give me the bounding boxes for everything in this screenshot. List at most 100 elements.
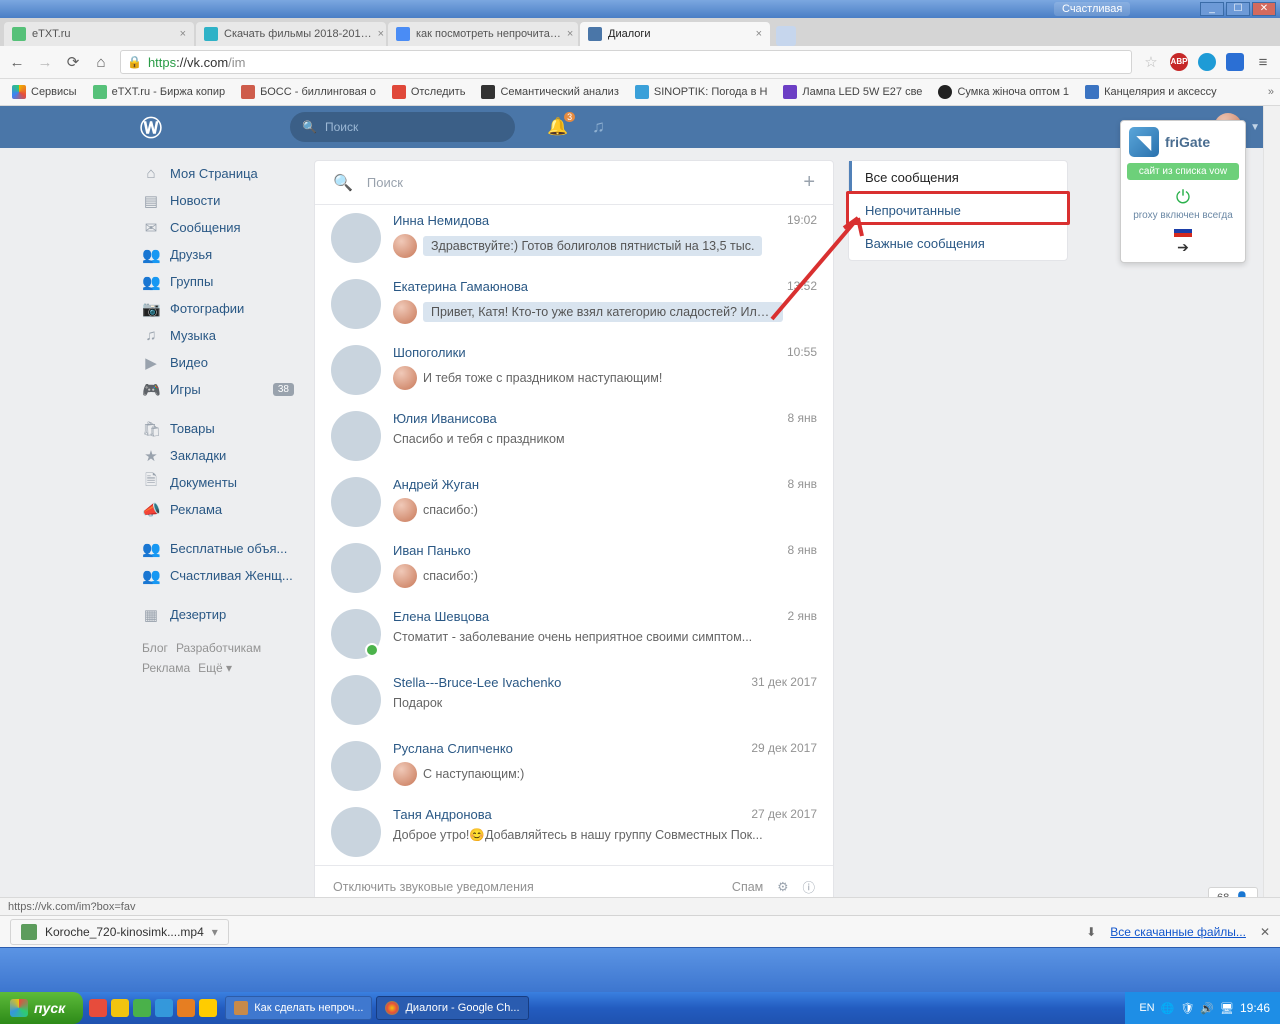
filter-unread[interactable]: Непрочитанные — [849, 194, 1067, 227]
dialogs-search[interactable]: 🔍 Поиск + — [315, 161, 833, 205]
frigate-widget[interactable]: ◥ friGate сайт из списка vow ⏻ proxy вкл… — [1120, 120, 1246, 263]
dialog-row[interactable]: Елена Шевцова2 янвСтоматит - заболевание… — [315, 601, 833, 667]
close-icon[interactable]: × — [372, 28, 384, 40]
star-icon[interactable]: ☆ — [1142, 53, 1160, 71]
nav-games[interactable]: 🎮Игры38 — [136, 376, 300, 403]
bookmark-item[interactable]: БОСС - биллинговая о — [235, 83, 382, 101]
taskbar-window-active[interactable]: Диалоги - Google Ch... — [376, 996, 528, 1020]
browser-tab[interactable]: как посмотреть непрочита… × — [388, 22, 578, 46]
mute-link[interactable]: Отключить звуковые уведомления — [333, 880, 534, 894]
dialog-row[interactable]: Андрей Жуган8 янвспасибо:) — [315, 469, 833, 535]
dialog-row[interactable]: Юлия Иванисова8 янвСпасибо и тебя с праз… — [315, 403, 833, 469]
ql-icon[interactable] — [111, 999, 129, 1017]
notifications-icon[interactable]: 🔔3 — [547, 117, 568, 137]
dialog-row[interactable]: Таня Андронова27 дек 2017Доброе утро!😊До… — [315, 799, 833, 865]
new-chat-icon[interactable]: + — [803, 171, 815, 194]
nav-group-2[interactable]: 👥Счастливая Женщ... — [136, 562, 300, 589]
tray-icon[interactable]: 🌐 — [1161, 1002, 1175, 1015]
bookmark-item[interactable]: Отследить — [386, 83, 472, 101]
browser-tab[interactable]: Скачать фильмы 2018-201… × — [196, 22, 386, 46]
filter-important[interactable]: Важные сообщения — [849, 227, 1067, 260]
nav-group-1[interactable]: 👥Бесплатные объя... — [136, 535, 300, 562]
bookmark-item[interactable]: Лампа LED 5W E27 све — [777, 83, 928, 101]
dialog-row[interactable]: Шопоголики10:55И тебя тоже с праздником … — [315, 337, 833, 403]
chevron-down-icon[interactable]: ▾ — [212, 925, 218, 939]
dialog-row[interactable]: Инна Немидова19:02Здравствуйте:) Готов б… — [315, 205, 833, 271]
frigate-expand-icon[interactable]: ➔ — [1121, 239, 1245, 262]
ql-icon[interactable] — [133, 999, 151, 1017]
home-icon[interactable]: ⌂ — [92, 53, 110, 71]
dialog-row[interactable]: Иван Панько8 янвспасибо:) — [315, 535, 833, 601]
tray-icon[interactable]: 🖥 — [1220, 1002, 1234, 1015]
browser-tab-active[interactable]: Диалоги × — [580, 22, 770, 46]
close-downloads-bar[interactable]: ✕ — [1260, 925, 1270, 939]
avatar — [331, 807, 381, 857]
nav-ads[interactable]: 📣Реклама — [136, 496, 300, 523]
close-icon[interactable]: × — [561, 28, 573, 40]
dialog-row[interactable]: Екатерина Гамаюнова13:52Привет, Катя! Кт… — [315, 271, 833, 337]
footer-link[interactable]: Блог — [142, 641, 168, 655]
nav-groups[interactable]: 👥Группы — [136, 268, 300, 295]
show-all-downloads[interactable]: Все скачанные файлы... — [1110, 925, 1246, 939]
spam-link[interactable]: Спам — [732, 880, 763, 894]
nav-photos[interactable]: 📷Фотографии — [136, 295, 300, 322]
window-minimize[interactable]: _ — [1200, 2, 1224, 16]
nav-friends[interactable]: 👥Друзья — [136, 241, 300, 268]
ql-icon[interactable] — [199, 999, 217, 1017]
footer-link[interactable]: Разработчикам — [176, 641, 261, 655]
window-maximize[interactable]: ☐ — [1226, 2, 1250, 16]
nav-my-page[interactable]: ⌂Моя Страница — [136, 160, 300, 187]
ql-icon[interactable] — [89, 999, 107, 1017]
tray-lang[interactable]: EN — [1139, 1002, 1154, 1014]
start-button[interactable]: пуск — [0, 992, 83, 1024]
filter-all[interactable]: Все сообщения — [849, 161, 1067, 194]
forward-icon[interactable]: → — [36, 53, 54, 71]
nav-app-1[interactable]: ▦Дезертир — [136, 601, 300, 628]
nav-docs[interactable]: 🗎Документы — [136, 469, 300, 496]
download-item[interactable]: Koroche_720-kinosimk....mp4 ▾ — [10, 919, 229, 945]
reload-icon[interactable]: ⟳ — [64, 53, 82, 71]
bookmark-item[interactable]: eTXT.ru - Биржа копир — [87, 83, 232, 101]
bookmarks-overflow[interactable]: » — [1268, 86, 1274, 98]
nav-news[interactable]: ▤Новости — [136, 187, 300, 214]
nav-messages[interactable]: ✉Сообщения — [136, 214, 300, 241]
vk-logo-icon[interactable]: Ⓦ — [140, 111, 290, 143]
bookmark-item[interactable]: Канцелярия и аксессу — [1079, 83, 1223, 101]
ql-icon[interactable] — [177, 999, 195, 1017]
close-icon[interactable]: × — [174, 28, 186, 40]
music-icon[interactable]: ♫ — [592, 117, 605, 137]
nav-market[interactable]: 🛍Товары — [136, 415, 300, 442]
ql-icon[interactable] — [155, 999, 173, 1017]
nav-bookmarks[interactable]: ★Закладки — [136, 442, 300, 469]
back-icon[interactable]: ← — [8, 53, 26, 71]
tray-icon[interactable]: 🛡 — [1180, 1002, 1194, 1015]
ext-icon[interactable] — [1226, 53, 1244, 71]
dialog-row[interactable]: Руслана Слипченко29 дек 2017С наступающи… — [315, 733, 833, 799]
bookmark-item[interactable]: Семантический анализ — [475, 83, 624, 101]
close-icon[interactable]: × — [750, 28, 762, 40]
window-close[interactable]: ✕ — [1252, 2, 1276, 16]
apps-shortcut[interactable]: Сервисы — [6, 83, 83, 101]
ext-icon[interactable] — [1198, 53, 1216, 71]
dialog-row[interactable]: Stella---Bruce-Lee Ivachenko31 дек 2017П… — [315, 667, 833, 733]
dialog-time: 13:52 — [787, 279, 817, 294]
bookmark-item[interactable]: SINOPTIK: Погода в Н — [629, 83, 774, 101]
power-icon[interactable]: ⏻ — [1172, 186, 1194, 208]
nav-music[interactable]: ♫Музыка — [136, 322, 300, 349]
scrollbar[interactable] — [1263, 106, 1280, 915]
footer-link[interactable]: Реклама — [142, 661, 190, 675]
nav-video[interactable]: ▶Видео — [136, 349, 300, 376]
abp-icon[interactable]: ABP — [1170, 53, 1188, 71]
vk-search-input[interactable]: 🔍 Поиск — [290, 112, 515, 142]
clock[interactable]: 19:46 — [1240, 1001, 1270, 1015]
address-bar[interactable]: 🔒 https://vk.com/im — [120, 50, 1132, 74]
footer-link[interactable]: Ещё ▾ — [198, 661, 232, 675]
tray-icon[interactable]: 🔊 — [1200, 1002, 1214, 1015]
taskbar-window[interactable]: Как сделать непроч... — [225, 996, 372, 1020]
gear-icon[interactable]: ⚙ — [777, 879, 788, 894]
browser-tab[interactable]: eTXT.ru × — [4, 22, 194, 46]
info-icon[interactable]: ⓘ — [802, 877, 815, 896]
new-tab-button[interactable] — [776, 26, 796, 46]
bookmark-item[interactable]: Сумка жіноча оптом 1 — [932, 83, 1075, 101]
menu-icon[interactable]: ≡ — [1254, 53, 1272, 71]
